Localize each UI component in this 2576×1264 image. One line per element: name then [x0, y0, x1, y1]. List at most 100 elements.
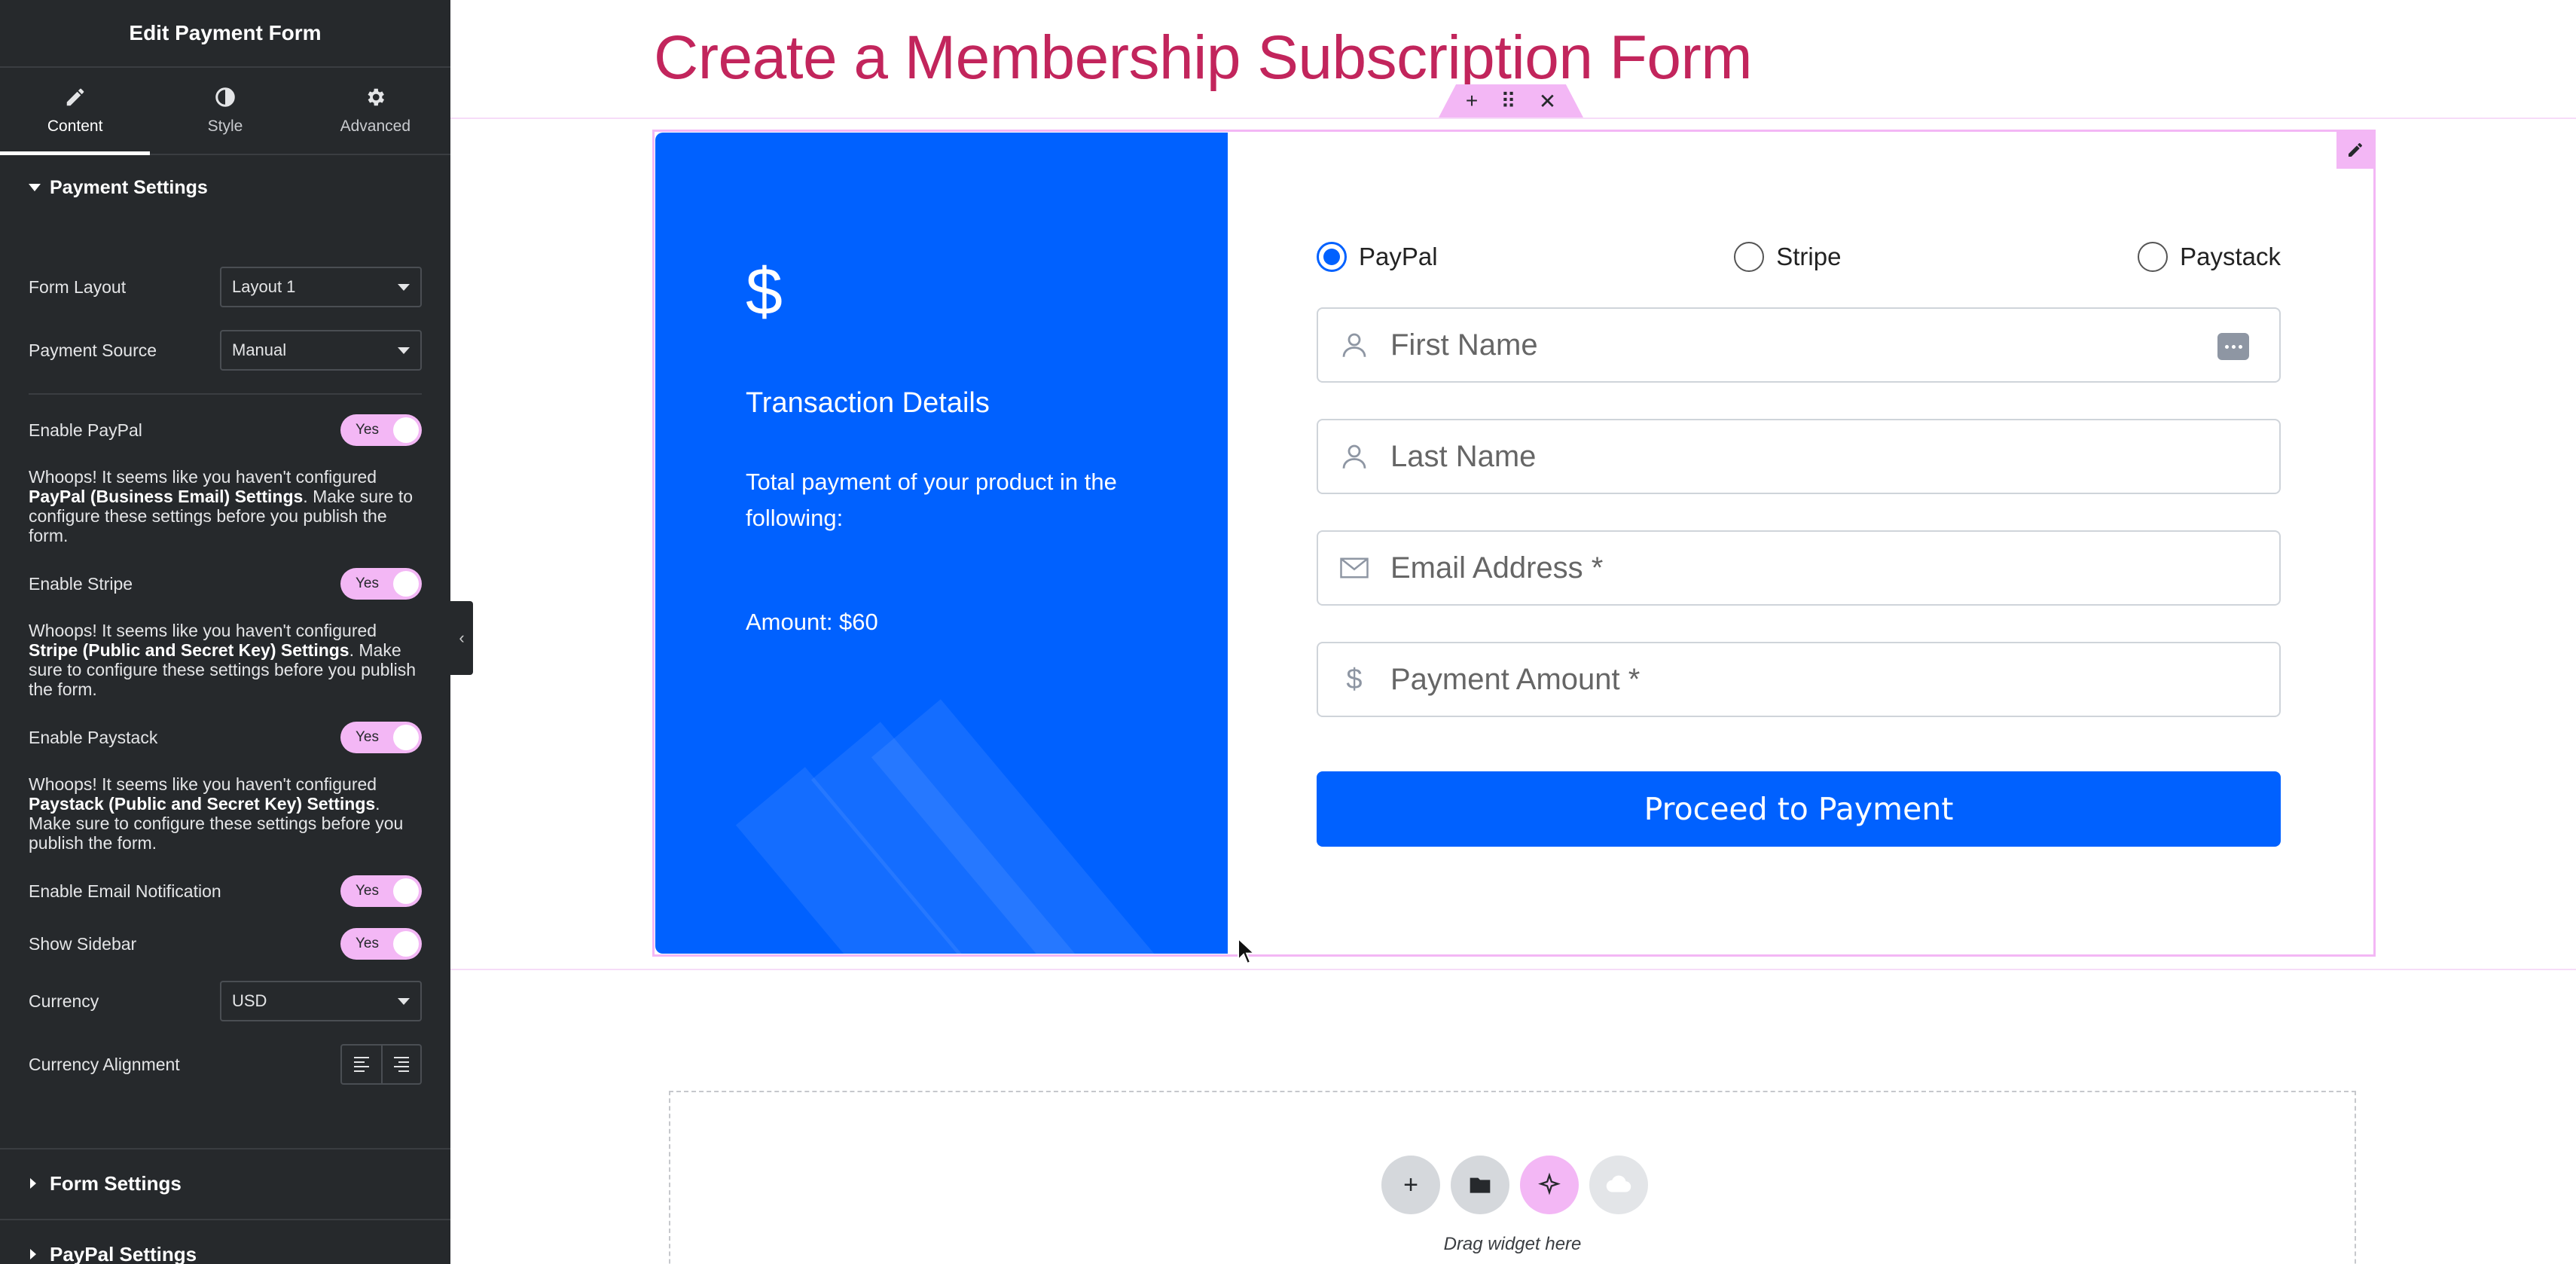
form-settings-toggle[interactable]: Form Settings — [0, 1148, 450, 1217]
currency-label: Currency — [29, 991, 99, 1011]
warning-text: Whoops! It seems like you haven't config… — [29, 774, 377, 794]
cloud-icon — [1606, 1175, 1631, 1192]
add-section-button[interactable]: + — [1381, 1156, 1440, 1214]
currency-alignment-label: Currency Alignment — [29, 1054, 180, 1074]
show-sidebar-row: Show Sidebar Yes — [29, 928, 422, 960]
paypal-warning: Whoops! It seems like you haven't config… — [29, 467, 425, 545]
email-input[interactable] — [1390, 551, 2144, 585]
align-left-button[interactable] — [342, 1046, 381, 1083]
pencil-icon — [66, 88, 84, 106]
warning-emphasis: PayPal (Business Email) Settings — [29, 487, 304, 506]
editor-panel: Edit Payment Form Content Style Advanced… — [0, 0, 450, 1264]
currency-value: USD — [232, 991, 267, 1010]
warning-text: Whoops! It seems like you haven't config… — [29, 467, 377, 487]
form-layout-select[interactable]: Layout 1 — [220, 267, 422, 307]
toggle-knob — [393, 931, 419, 957]
tab-style[interactable]: Style — [150, 68, 300, 154]
dollar-icon: $ — [1346, 663, 1363, 695]
enable-paypal-row: Enable PayPal Yes — [29, 414, 422, 446]
radio-paypal[interactable]: PayPal — [1317, 242, 1438, 272]
toggle-knob — [393, 417, 419, 443]
radio-paypal-label: PayPal — [1359, 243, 1438, 270]
envelope-icon — [1336, 552, 1372, 584]
tab-content[interactable]: Content — [0, 68, 151, 155]
enable-paystack-label: Enable Paystack — [29, 727, 158, 747]
toggle-yes-label: Yes — [356, 576, 379, 591]
toggle-knob — [393, 878, 419, 904]
last-name-field — [1317, 419, 2281, 494]
tab-advanced[interactable]: Advanced — [301, 68, 450, 154]
template-library-button[interactable] — [1451, 1156, 1509, 1214]
toggle-yes-label: Yes — [356, 729, 379, 745]
form-layout-label: Form Layout — [29, 276, 127, 297]
enable-email-notification-label: Enable Email Notification — [29, 881, 221, 901]
divider — [29, 393, 422, 395]
radio-unchecked-icon — [1734, 242, 1765, 272]
delete-section-button[interactable]: ✕ — [1539, 89, 1556, 114]
enable-paypal-label: Enable PayPal — [29, 420, 142, 440]
half-circle-icon — [215, 87, 235, 107]
chevron-down-icon — [398, 997, 410, 1005]
stripe-warning: Whoops! It seems like you haven't config… — [29, 621, 425, 699]
chevron-down-icon — [398, 283, 410, 291]
paypal-settings-toggle[interactable]: PayPal Settings — [0, 1219, 450, 1264]
radio-checked-icon — [1317, 242, 1347, 272]
enable-paypal-toggle[interactable]: Yes — [340, 414, 422, 446]
page-title: Create a Membership Subscription Form — [654, 23, 1753, 92]
radio-paystack[interactable]: Paystack — [2138, 242, 2281, 272]
caret-down-icon — [29, 184, 41, 191]
enable-stripe-toggle[interactable]: Yes — [340, 568, 422, 600]
section-boundary — [450, 969, 2576, 970]
edit-widget-button[interactable] — [2336, 131, 2374, 169]
form-settings-title: Form Settings — [50, 1171, 182, 1195]
toggle-knob — [393, 725, 419, 750]
ai-assistant-button[interactable] — [1520, 1156, 1579, 1214]
transaction-description: Total payment of your product in the fol… — [746, 469, 1117, 531]
add-section-button[interactable]: + — [1466, 89, 1478, 113]
tab-advanced-label: Advanced — [340, 118, 411, 135]
sparkle-icon — [1538, 1172, 1561, 1195]
currency-row: Currency USD — [29, 981, 422, 1021]
radio-unchecked-icon — [2138, 242, 2169, 272]
first-name-field — [1317, 307, 2281, 383]
proceed-to-payment-button[interactable]: Proceed to Payment — [1317, 771, 2281, 847]
radio-stripe-label: Stripe — [1776, 243, 1842, 270]
enable-email-notification-row: Enable Email Notification Yes — [29, 875, 422, 907]
pencil-icon — [2349, 142, 2362, 157]
enable-paystack-toggle[interactable]: Yes — [340, 722, 422, 753]
cloud-templates-button[interactable] — [1589, 1156, 1648, 1214]
panel-tabs: Content Style Advanced — [0, 68, 450, 155]
payment-amount-field: $ — [1317, 642, 2281, 717]
enable-email-notification-toggle[interactable]: Yes — [340, 875, 422, 907]
enable-stripe-label: Enable Stripe — [29, 573, 133, 594]
payment-settings-toggle[interactable]: Payment Settings — [0, 155, 450, 220]
form-layout-row: Form Layout Layout 1 — [29, 267, 422, 307]
autofill-icon[interactable] — [2217, 333, 2249, 360]
payment-method-options: PayPal Stripe Paystack — [1317, 238, 2281, 276]
last-name-input[interactable] — [1390, 439, 2144, 474]
collapse-panel-button[interactable]: ‹ — [450, 601, 473, 675]
currency-alignment-group — [340, 1044, 422, 1085]
drag-handle-icon[interactable]: ⠿ — [1500, 89, 1516, 114]
payment-source-value: Manual — [232, 340, 287, 359]
align-right-button[interactable] — [381, 1046, 420, 1083]
radio-stripe[interactable]: Stripe — [1734, 242, 1841, 272]
first-name-input[interactable] — [1390, 328, 2144, 362]
transaction-sidebar: $ Transaction Details Total payment of y… — [655, 133, 1228, 954]
tab-content-label: Content — [47, 118, 103, 135]
user-icon — [1336, 329, 1372, 361]
email-field — [1317, 530, 2281, 606]
show-sidebar-toggle[interactable]: Yes — [340, 928, 422, 960]
chevron-down-icon — [398, 347, 410, 354]
enable-stripe-row: Enable Stripe Yes — [29, 568, 422, 600]
section-boundary — [450, 118, 2576, 119]
payment-source-label: Payment Source — [29, 340, 157, 360]
payment-amount-input[interactable] — [1390, 662, 2144, 697]
caret-right-icon — [30, 1178, 36, 1189]
paypal-settings-title: PayPal Settings — [50, 1242, 197, 1264]
enable-paystack-row: Enable Paystack Yes — [29, 722, 422, 753]
currency-select[interactable]: USD — [220, 981, 422, 1021]
caret-right-icon — [30, 1249, 36, 1259]
payment-source-select[interactable]: Manual — [220, 330, 422, 371]
toggle-knob — [393, 571, 419, 597]
